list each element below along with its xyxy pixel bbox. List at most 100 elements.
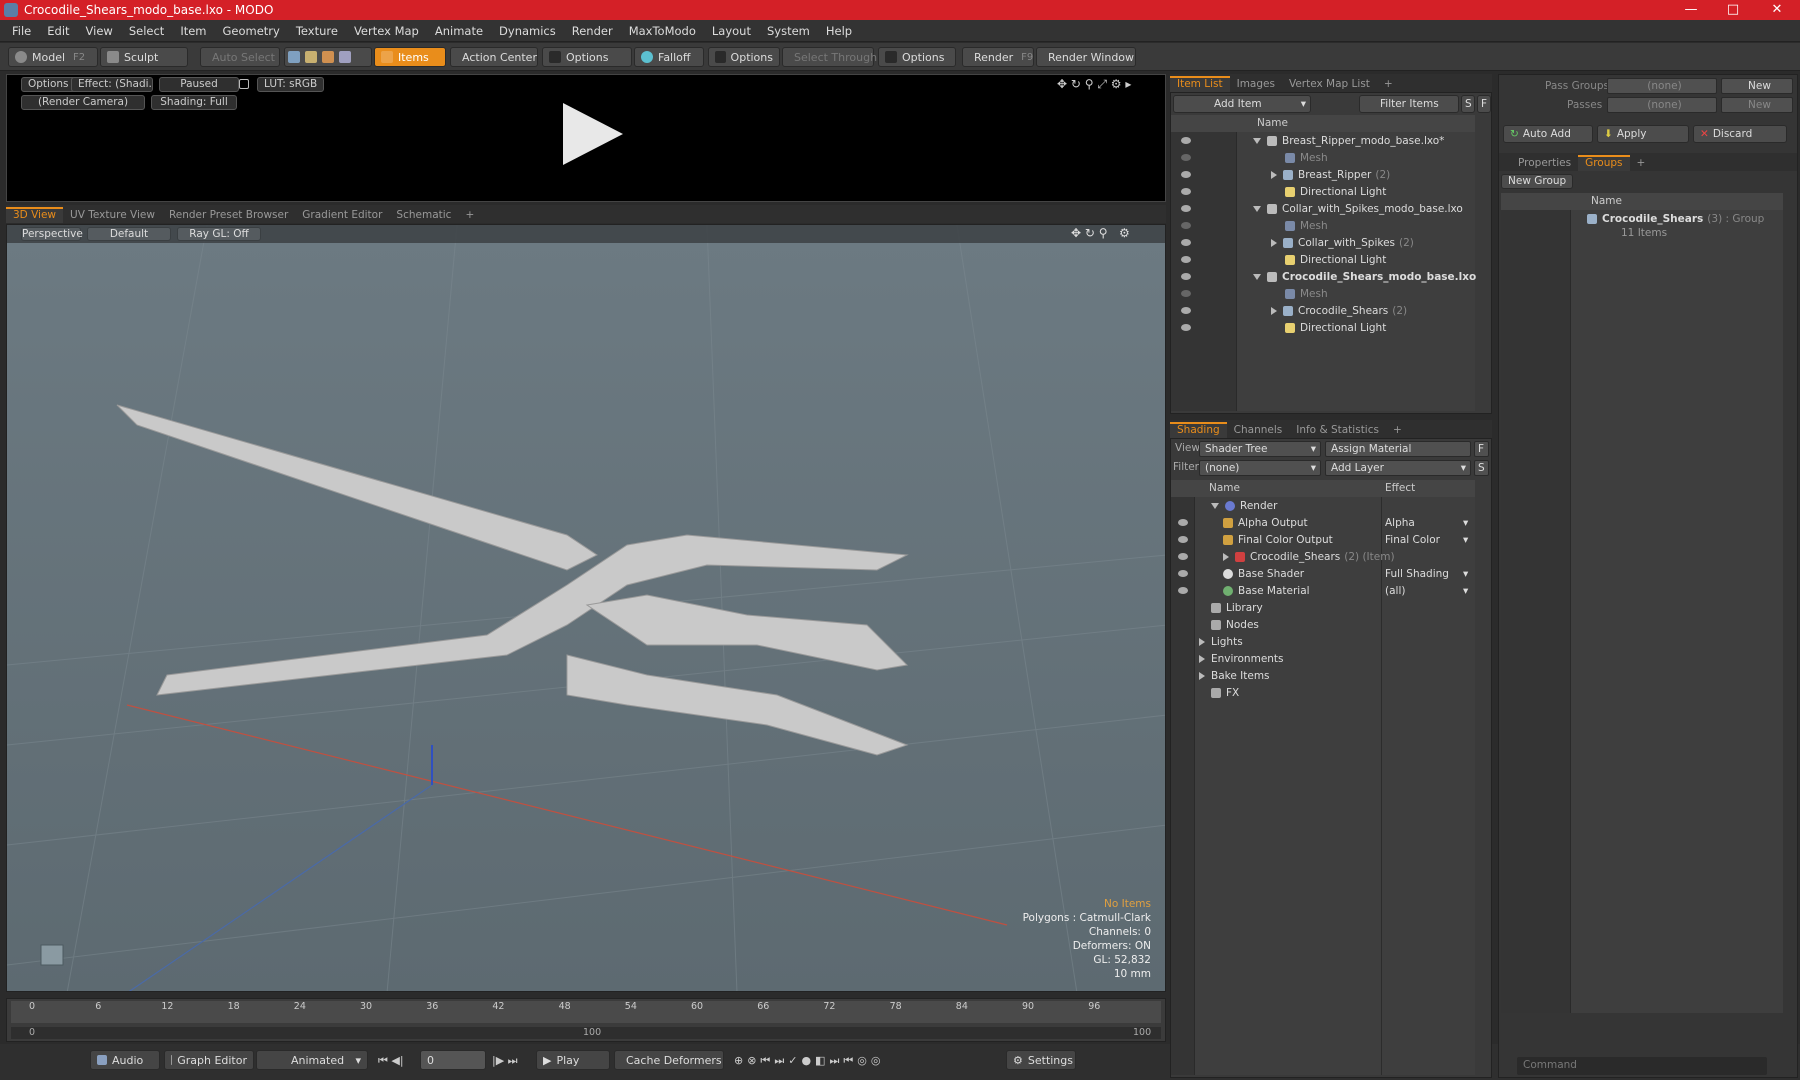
expand-right-icon[interactable] [1271,306,1277,315]
passes-dropdown[interactable]: (none) [1607,97,1717,113]
expand-right-icon[interactable] [1271,238,1277,247]
settings-button[interactable]: ⚙ Settings [1006,1050,1076,1070]
shader-row[interactable]: Bake Items [1171,667,1475,684]
visibility-eye-icon[interactable] [1178,519,1188,526]
frame-input[interactable]: 0 [420,1050,486,1070]
preview-options-button[interactable]: Options [21,77,76,92]
visibility-eye-icon[interactable] [1181,307,1191,314]
tab-groups[interactable]: Groups [1578,155,1630,171]
expand-right-icon[interactable] [1199,637,1205,646]
tab-channels[interactable]: Channels [1227,422,1290,438]
effect-dropdown[interactable]: Effect: (Shadi... [71,77,153,92]
shader-row[interactable]: Library [1171,599,1475,616]
chevron-down-icon[interactable]: ▾ [1463,568,1468,580]
polygons-mode-icon[interactable] [322,51,334,63]
tab-uv-texture-view[interactable]: UV Texture View [63,207,162,223]
expand-right-icon[interactable] [1199,654,1205,663]
item-row[interactable]: Mesh [1171,149,1475,166]
add-tab-button[interactable]: + [458,207,481,223]
visibility-eye-icon[interactable] [1181,273,1191,280]
shader-row[interactable]: Final Color Output Final Color ▾ [1171,531,1475,548]
command-input[interactable]: Command [1517,1057,1767,1075]
visibility-eye-icon[interactable] [1181,171,1191,178]
visibility-eye-icon[interactable] [1181,290,1191,297]
visibility-eye-icon[interactable] [1181,188,1191,195]
materials-mode-icon[interactable] [339,51,351,63]
effect-dropdown[interactable]: (all) [1385,585,1405,597]
menu-render[interactable]: Render [564,24,621,38]
falloff-button[interactable]: Falloff [634,47,704,67]
tab-shading[interactable]: Shading [1170,422,1227,438]
apply-button[interactable]: ⬇ Apply [1597,125,1689,143]
menu-item[interactable]: Item [172,24,214,38]
action-center-button[interactable]: Action Center [450,47,538,67]
tab-3d-view[interactable]: 3D View [6,207,64,223]
visibility-eye-icon[interactable] [1181,324,1191,331]
shader-row[interactable]: Base Material (all) ▾ [1171,582,1475,599]
graph-editor-button[interactable]: Graph Editor [164,1050,254,1070]
menu-maxtomodo[interactable]: MaxToModo [621,24,704,38]
cache-deformers-button[interactable]: Cache Deformers [614,1050,724,1070]
new-group-button[interactable]: New Group [1501,174,1573,189]
item-row[interactable]: Directional Light [1171,319,1475,336]
expand-down-icon[interactable] [1211,502,1219,509]
visibility-eye-icon[interactable] [1178,553,1188,560]
visibility-eye-icon[interactable] [1181,256,1191,263]
expand-right-icon[interactable] [1199,671,1205,680]
lut-dropdown[interactable]: LUT: sRGB [257,77,325,92]
visibility-eye-icon[interactable] [1181,222,1191,229]
camera-dropdown[interactable]: (Render Camera) [21,95,145,110]
visibility-eye-icon[interactable] [1181,154,1191,161]
select-through-button[interactable]: Select Through [782,47,877,67]
visibility-eye-icon[interactable] [1178,570,1188,577]
transport-forward-icons[interactable]: |▶ ⏭ [492,1054,518,1068]
shading-dropdown[interactable]: Shading: Full [151,95,237,110]
visibility-eye-icon[interactable] [1178,587,1188,594]
menu-system[interactable]: System [759,24,818,38]
assign-material-button[interactable]: Assign Material [1325,441,1471,457]
group-row-crocodile-shears[interactable]: Crocodile_Shears (3) : Group [1587,210,1764,227]
render-window-button[interactable]: Render Window [1036,47,1136,67]
menu-select[interactable]: Select [121,24,172,38]
item-row[interactable]: Collar_with_Spikes_modo_base.lxo [1171,200,1475,217]
item-row[interactable]: Collar_with_Spikes (2) [1171,234,1475,251]
new-pass-group-button[interactable]: New [1721,78,1793,94]
menu-view[interactable]: View [78,24,121,38]
shader-row[interactable]: Render [1171,497,1475,514]
shader-row[interactable]: Environments [1171,650,1475,667]
key-tools-icons[interactable]: ⊕⊗⏮⏭✓●◧⏭⏮◎◎ [734,1054,884,1068]
paused-button[interactable]: Paused [159,77,239,92]
edges-mode-icon[interactable] [305,51,317,63]
menu-file[interactable]: File [4,24,39,38]
transport-back-icons[interactable]: ⏮ ◀| [378,1054,404,1068]
menu-layout[interactable]: Layout [704,24,759,38]
expand-right-icon[interactable] [1271,170,1277,179]
shader-row[interactable]: Lights [1171,633,1475,650]
tab-schematic[interactable]: Schematic [389,207,458,223]
expand-right-icon[interactable] [1223,552,1229,561]
item-row[interactable]: Mesh [1171,217,1475,234]
falloff-options-button[interactable]: Options [708,47,780,67]
raygl-dropdown[interactable]: Ray GL: Off [177,227,261,241]
add-tab-button[interactable]: + [1386,422,1409,438]
tab-properties[interactable]: Properties [1511,155,1578,171]
play-button[interactable]: ▶ Play [536,1050,610,1070]
style-dropdown[interactable]: Default [87,227,171,241]
expand-down-icon[interactable] [1253,137,1261,144]
render-button[interactable]: Render F9 [962,47,1034,67]
shader-row[interactable]: Base Shader Full Shading ▾ [1171,565,1475,582]
effect-dropdown[interactable]: Final Color [1385,534,1440,546]
discard-button[interactable]: ✕ Discard [1693,125,1787,143]
animated-dropdown[interactable]: Animated ▾ [256,1050,368,1070]
visibility-eye-icon[interactable] [1181,239,1191,246]
pass-groups-dropdown[interactable]: (none) [1607,78,1717,94]
perspective-dropdown[interactable]: Perspective [21,227,83,241]
item-row[interactable]: Mesh [1171,285,1475,302]
visibility-eye-icon[interactable] [1178,536,1188,543]
view-dropdown[interactable]: Shader Tree ▾ [1199,441,1321,457]
model-button[interactable]: Model F2 [8,47,98,67]
tab-info-statistics[interactable]: Info & Statistics [1289,422,1386,438]
filter-f-button[interactable]: F [1477,95,1491,113]
menu-help[interactable]: Help [818,24,860,38]
timeline-range[interactable]: 0 100 100 [11,1027,1161,1039]
